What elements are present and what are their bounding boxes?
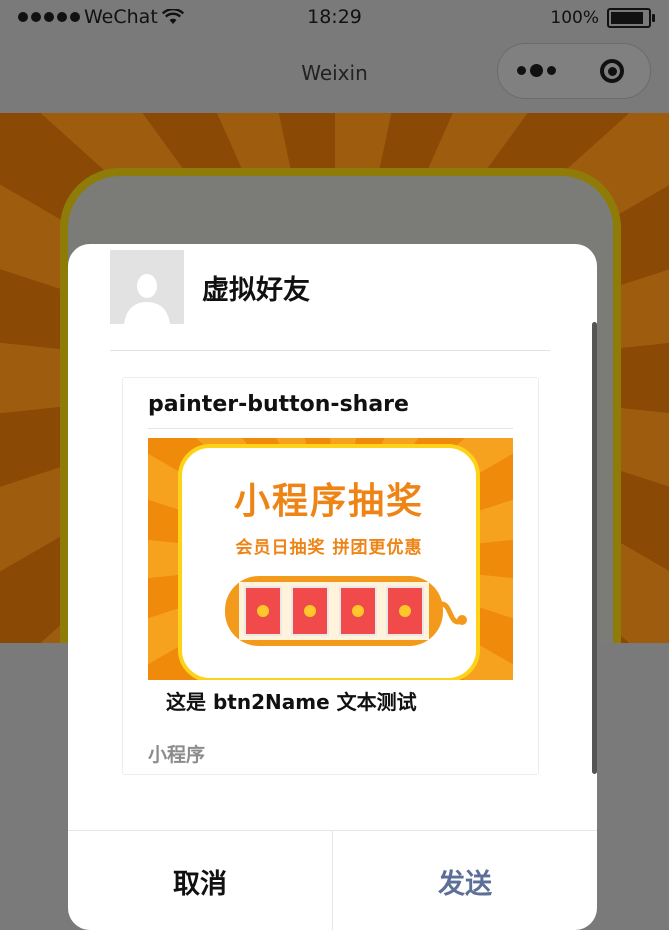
card-preview-image: 小程序抽奖 会员日抽奖 拼团更优惠: [148, 438, 513, 680]
preview-subtitle: 会员日抽奖 拼团更优惠: [235, 538, 423, 558]
battery-icon: [607, 8, 655, 28]
card-description: 这是 btn2Name 文本测试: [166, 690, 417, 714]
scrollbar[interactable]: [592, 322, 597, 774]
avatar: [110, 250, 184, 324]
red-envelope-icon: [338, 586, 377, 636]
preview-title: 小程序抽奖: [233, 481, 424, 522]
share-dialog: 虚拟好友 painter-button-share 小程序抽奖 会员日抽奖 拼团…: [68, 244, 597, 930]
more-icon[interactable]: [498, 63, 574, 77]
battery-percent: 100%: [550, 8, 599, 28]
red-envelope-icon: [291, 586, 330, 636]
navigation-bar: Weixin: [0, 38, 669, 112]
divider: [148, 428, 513, 429]
red-envelope-icon: [243, 586, 282, 636]
slot-lever-icon: [440, 601, 467, 625]
card-title: painter-button-share: [148, 392, 409, 417]
slot-machine-icon: [225, 576, 443, 646]
cancel-button[interactable]: 取消: [68, 831, 333, 930]
status-bar: WeChat 18:29 100%: [0, 0, 669, 38]
card-source-label: 小程序: [148, 744, 206, 766]
send-button[interactable]: 发送: [333, 831, 597, 930]
red-envelope-icon: [386, 586, 425, 636]
divider: [110, 350, 550, 351]
miniprogram-card: painter-button-share 小程序抽奖 会员日抽奖 拼团更优惠 这…: [122, 377, 539, 775]
recipient-name: 虚拟好友: [202, 274, 310, 306]
dialog-actions: 取消 发送: [68, 830, 597, 930]
user-placeholder-icon: [124, 274, 170, 324]
share-recipient: 虚拟好友: [110, 250, 310, 324]
menu-capsule: [497, 43, 651, 99]
close-miniprogram-icon[interactable]: [574, 59, 650, 83]
